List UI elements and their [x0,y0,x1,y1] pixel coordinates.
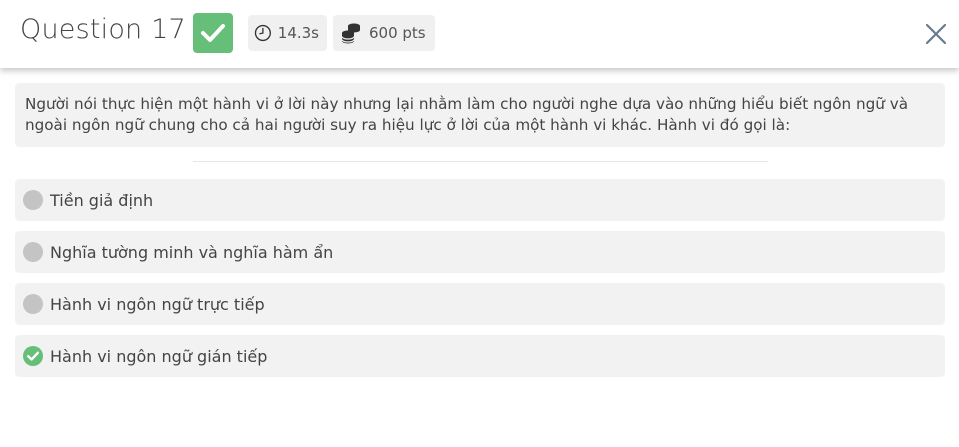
answer-option-label: Hành vi ngôn ngữ trực tiếp [50,294,265,314]
clock-icon [254,24,271,42]
points-pill: 600 pts [333,15,435,51]
check-icon [201,24,225,42]
points-value: 600 pts [369,24,426,42]
check-circle-icon [23,346,43,366]
radio-circle-icon [23,242,43,262]
correct-badge [193,13,233,53]
answer-option-correct[interactable]: Hành vi ngôn ngữ gián tiếp [15,335,945,377]
close-button[interactable] [920,18,952,50]
question-text: Người nói thực hiện một hành vi ở lời nà… [15,83,945,147]
time-pill: 14.3s [248,15,327,51]
answer-option-label: Tiền giả định [50,190,154,210]
radio-circle-icon [23,190,43,210]
answer-option[interactable]: Nghĩa tường minh và nghĩa hàm ẩn [15,231,945,273]
divider [193,161,768,162]
answer-option-label: Nghĩa tường minh và nghĩa hàm ẩn [50,242,334,262]
question-title: Question 17 [20,14,186,45]
answer-option[interactable]: Hành vi ngôn ngữ trực tiếp [15,283,945,325]
coins-icon [341,23,360,44]
radio-circle-icon [23,294,43,314]
answer-option[interactable]: Tiền giả định [15,179,945,221]
question-header: Question 17 14.3s 600 pts [0,0,959,68]
time-value: 14.3s [277,24,319,42]
answer-option-label: Hành vi ngôn ngữ gián tiếp [50,346,268,366]
close-icon[interactable] [925,23,947,45]
